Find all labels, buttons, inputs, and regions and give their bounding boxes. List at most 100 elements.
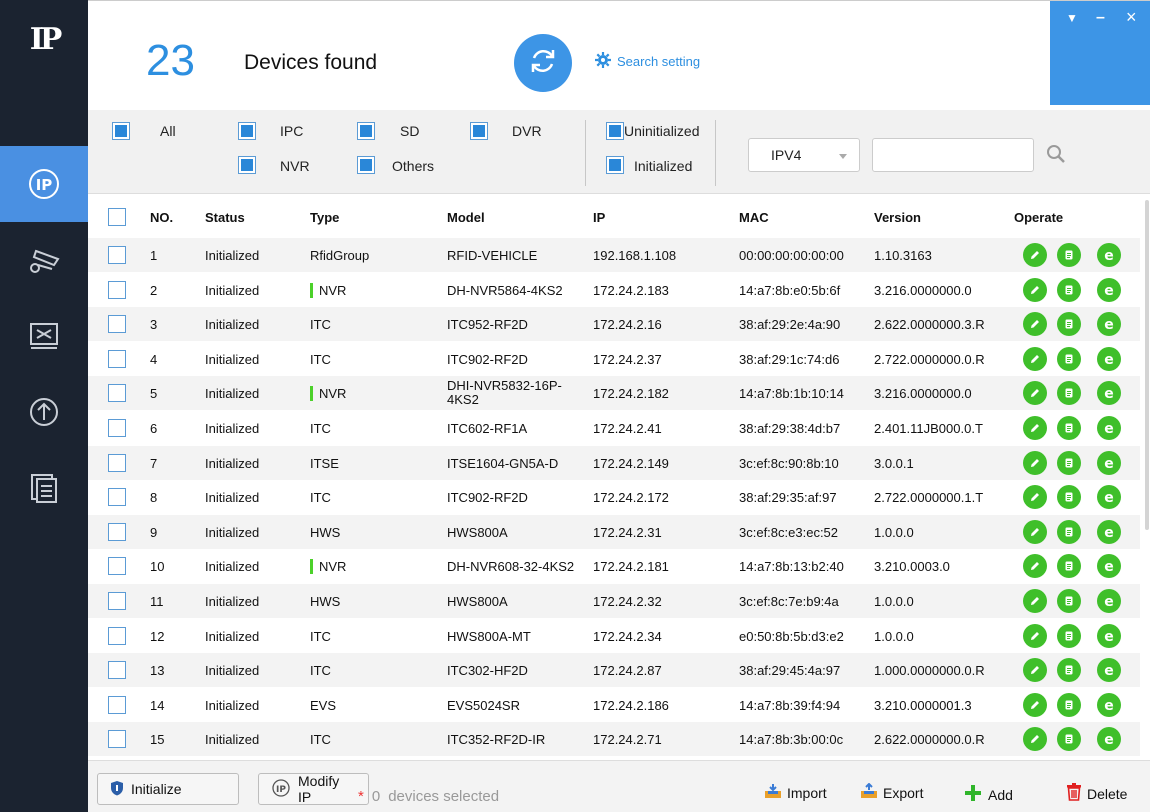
details-button[interactable] <box>1057 450 1081 475</box>
details-button[interactable] <box>1057 346 1081 371</box>
row-checkbox[interactable] <box>108 315 126 334</box>
filter-initialized-checkbox[interactable] <box>606 156 624 174</box>
sidebar-item-documents[interactable] <box>0 450 88 526</box>
table-row[interactable]: 10 Initialized NVR DH-NVR608-32-4KS2 172.24.… <box>88 549 1140 583</box>
column-header-version[interactable]: Version <box>874 210 921 225</box>
filter-nvr-checkbox[interactable] <box>238 156 256 174</box>
edit-button[interactable] <box>1023 277 1047 302</box>
filter-others-checkbox[interactable] <box>357 156 375 174</box>
web-login-button[interactable]: e <box>1097 485 1121 510</box>
sidebar-item-tools[interactable] <box>0 298 88 374</box>
add-button[interactable]: Add <box>963 783 1013 806</box>
web-login-button[interactable]: e <box>1097 346 1121 371</box>
sidebar-item-device-config[interactable] <box>0 222 88 298</box>
web-login-button[interactable]: e <box>1097 658 1121 683</box>
web-login-button[interactable]: e <box>1097 243 1121 267</box>
row-checkbox[interactable] <box>108 695 126 714</box>
delete-button[interactable]: Delete <box>1066 783 1127 804</box>
table-row[interactable]: 13 Initialized ITC ITC302-HF2D 172.24.2.87 38… <box>88 653 1140 688</box>
export-button[interactable]: Export <box>860 782 923 802</box>
table-row[interactable]: 8 Initialized ITC ITC902-RF2D 172.24.2.172 38… <box>88 480 1140 514</box>
edit-button[interactable] <box>1023 623 1047 648</box>
import-button[interactable]: Import <box>764 783 827 802</box>
details-button[interactable] <box>1057 554 1081 579</box>
details-button[interactable] <box>1057 623 1081 648</box>
table-row[interactable]: 6 Initialized ITC ITC602-RF1A 172.24.2.41 38:… <box>88 411 1140 445</box>
row-checkbox[interactable] <box>108 384 126 403</box>
edit-button[interactable] <box>1023 658 1047 683</box>
filter-all-checkbox[interactable] <box>112 122 130 140</box>
select-all-checkbox[interactable] <box>108 208 126 226</box>
refresh-search-button[interactable] <box>514 34 572 92</box>
close-icon[interactable]: × <box>1126 8 1137 26</box>
column-header-mac[interactable]: MAC <box>739 210 769 225</box>
row-checkbox[interactable] <box>108 522 126 541</box>
details-button[interactable] <box>1057 658 1081 683</box>
menu-dropdown-icon[interactable]: ▼ <box>1066 12 1078 24</box>
edit-button[interactable] <box>1023 727 1047 752</box>
web-login-button[interactable]: e <box>1097 277 1121 302</box>
details-button[interactable] <box>1057 727 1081 752</box>
row-checkbox[interactable] <box>108 280 126 299</box>
row-checkbox[interactable] <box>108 626 126 645</box>
web-login-button[interactable]: e <box>1097 692 1121 717</box>
web-login-button[interactable]: e <box>1097 450 1121 475</box>
ip-version-select[interactable]: IPV4 <box>748 138 860 172</box>
table-row[interactable]: 5 Initialized NVR DHI-NVR5832-16P-4KS2 172.2… <box>88 376 1140 411</box>
sidebar-item-upgrade[interactable] <box>0 374 88 450</box>
search-setting-link[interactable]: Search setting <box>595 52 700 71</box>
initialize-button[interactable]: Initialize <box>97 773 239 805</box>
filter-ipc-checkbox[interactable] <box>238 122 256 140</box>
edit-button[interactable] <box>1023 554 1047 579</box>
web-login-button[interactable]: e <box>1097 554 1121 579</box>
edit-button[interactable] <box>1023 485 1047 510</box>
column-header-ip[interactable]: IP <box>593 210 605 225</box>
sidebar-item-ip-config[interactable]: IP <box>0 146 88 222</box>
edit-button[interactable] <box>1023 346 1047 371</box>
details-button[interactable] <box>1057 312 1081 337</box>
table-row[interactable]: 9 Initialized HWS HWS800A 172.24.2.31 3c:ef:8… <box>88 514 1140 549</box>
table-row[interactable]: 14 Initialized EVS EVS5024SR 172.24.2.186 14:… <box>88 688 1140 722</box>
search-input[interactable] <box>872 138 1034 172</box>
details-button[interactable] <box>1057 243 1081 267</box>
filter-uninitialized-checkbox[interactable] <box>606 122 624 140</box>
row-checkbox[interactable] <box>108 349 126 368</box>
details-button[interactable] <box>1057 589 1081 613</box>
details-button[interactable] <box>1057 381 1081 406</box>
details-button[interactable] <box>1057 277 1081 302</box>
row-checkbox[interactable] <box>108 592 126 610</box>
table-row[interactable]: 15 Initialized ITC ITC352-RF2D-IR 172.24.2.7… <box>88 722 1140 757</box>
column-header-type[interactable]: Type <box>310 210 339 225</box>
edit-button[interactable] <box>1023 243 1047 267</box>
table-row[interactable]: 11 Initialized HWS HWS800A 172.24.2.32 3c:ef:… <box>88 584 1140 618</box>
edit-button[interactable] <box>1023 589 1047 613</box>
row-checkbox[interactable] <box>108 661 126 680</box>
table-row[interactable]: 3 Initialized ITC ITC952-RF2D 172.24.2.16 38:… <box>88 307 1140 342</box>
filter-sd-checkbox[interactable] <box>357 122 375 140</box>
edit-button[interactable] <box>1023 381 1047 406</box>
details-button[interactable] <box>1057 485 1081 510</box>
table-row[interactable]: 7 Initialized ITSE ITSE1604-GN5A-D 172.24.2.… <box>88 445 1140 480</box>
filter-dvr-checkbox[interactable] <box>470 122 488 140</box>
row-checkbox[interactable] <box>108 246 126 264</box>
row-checkbox[interactable] <box>108 488 126 507</box>
details-button[interactable] <box>1057 416 1081 440</box>
row-checkbox[interactable] <box>108 419 126 437</box>
column-header-no[interactable]: NO. <box>150 210 173 225</box>
table-row[interactable]: 1 Initialized RfidGroup RFID-VEHICLE 192.168… <box>88 238 1140 272</box>
web-login-button[interactable]: e <box>1097 589 1121 613</box>
edit-button[interactable] <box>1023 416 1047 440</box>
details-button[interactable] <box>1057 519 1081 544</box>
edit-button[interactable] <box>1023 692 1047 717</box>
column-header-model[interactable]: Model <box>447 210 485 225</box>
edit-button[interactable] <box>1023 519 1047 544</box>
web-login-button[interactable]: e <box>1097 727 1121 752</box>
search-icon[interactable] <box>1046 144 1066 169</box>
minimize-icon[interactable]: – <box>1096 10 1105 26</box>
row-checkbox[interactable] <box>108 557 126 576</box>
web-login-button[interactable]: e <box>1097 381 1121 406</box>
web-login-button[interactable]: e <box>1097 519 1121 544</box>
table-row[interactable]: 12 Initialized ITC HWS800A-MT 172.24.2.34 e0:… <box>88 619 1140 653</box>
row-checkbox[interactable] <box>108 730 126 749</box>
row-checkbox[interactable] <box>108 453 126 472</box>
